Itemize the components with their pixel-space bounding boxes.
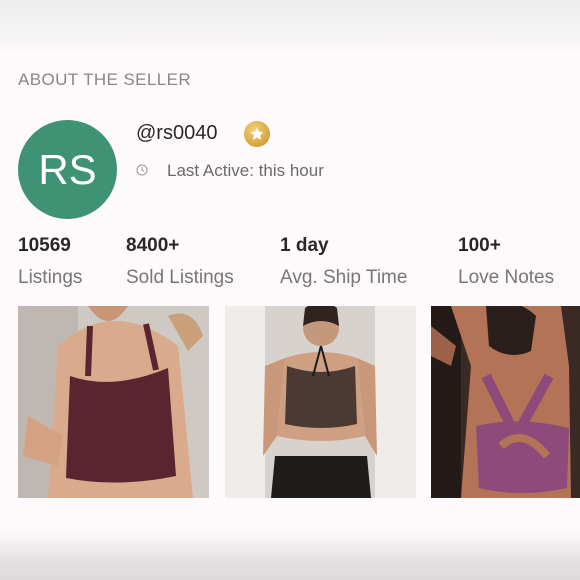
avatar-initials: RS — [38, 145, 97, 193]
stat-label: Avg. Ship Time — [280, 267, 408, 288]
brown-bralette-photo[interactable] — [225, 306, 416, 498]
screenshot-frame: ABOUT THE SELLER RS @rs0040 Last Active:… — [0, 0, 580, 580]
maroon-crop-top-photo[interactable] — [18, 306, 209, 498]
stat-ship-time: 1 day Avg. Ship Time — [280, 234, 407, 290]
stat-value: 10569 — [18, 235, 71, 256]
stat-listings[interactable]: 10569 Listings — [18, 234, 82, 290]
stat-sold-listings[interactable]: 8400+ Sold Listings — [126, 234, 234, 290]
seller-username[interactable]: @rs0040 — [136, 122, 217, 145]
clock-icon — [136, 164, 148, 176]
stat-value: 1 day — [280, 235, 329, 256]
avatar[interactable]: RS — [18, 120, 117, 219]
star-icon — [244, 121, 270, 147]
stat-value: 100+ — [458, 235, 501, 256]
section-title: ABOUT THE SELLER — [18, 70, 191, 89]
stat-love-notes[interactable]: 100+ Love Notes — [458, 234, 554, 290]
about-seller-card: ABOUT THE SELLER RS @rs0040 Last Active:… — [0, 58, 580, 520]
stat-label: Love Notes — [458, 267, 555, 288]
last-active-text: Last Active: this hour — [167, 161, 324, 180]
listing-photos — [0, 306, 580, 498]
stat-label: Sold Listings — [126, 267, 234, 288]
stat-label: Listings — [18, 267, 83, 288]
stat-value: 8400+ — [126, 235, 180, 256]
purple-crossback-bra-photo[interactable] — [431, 306, 580, 498]
